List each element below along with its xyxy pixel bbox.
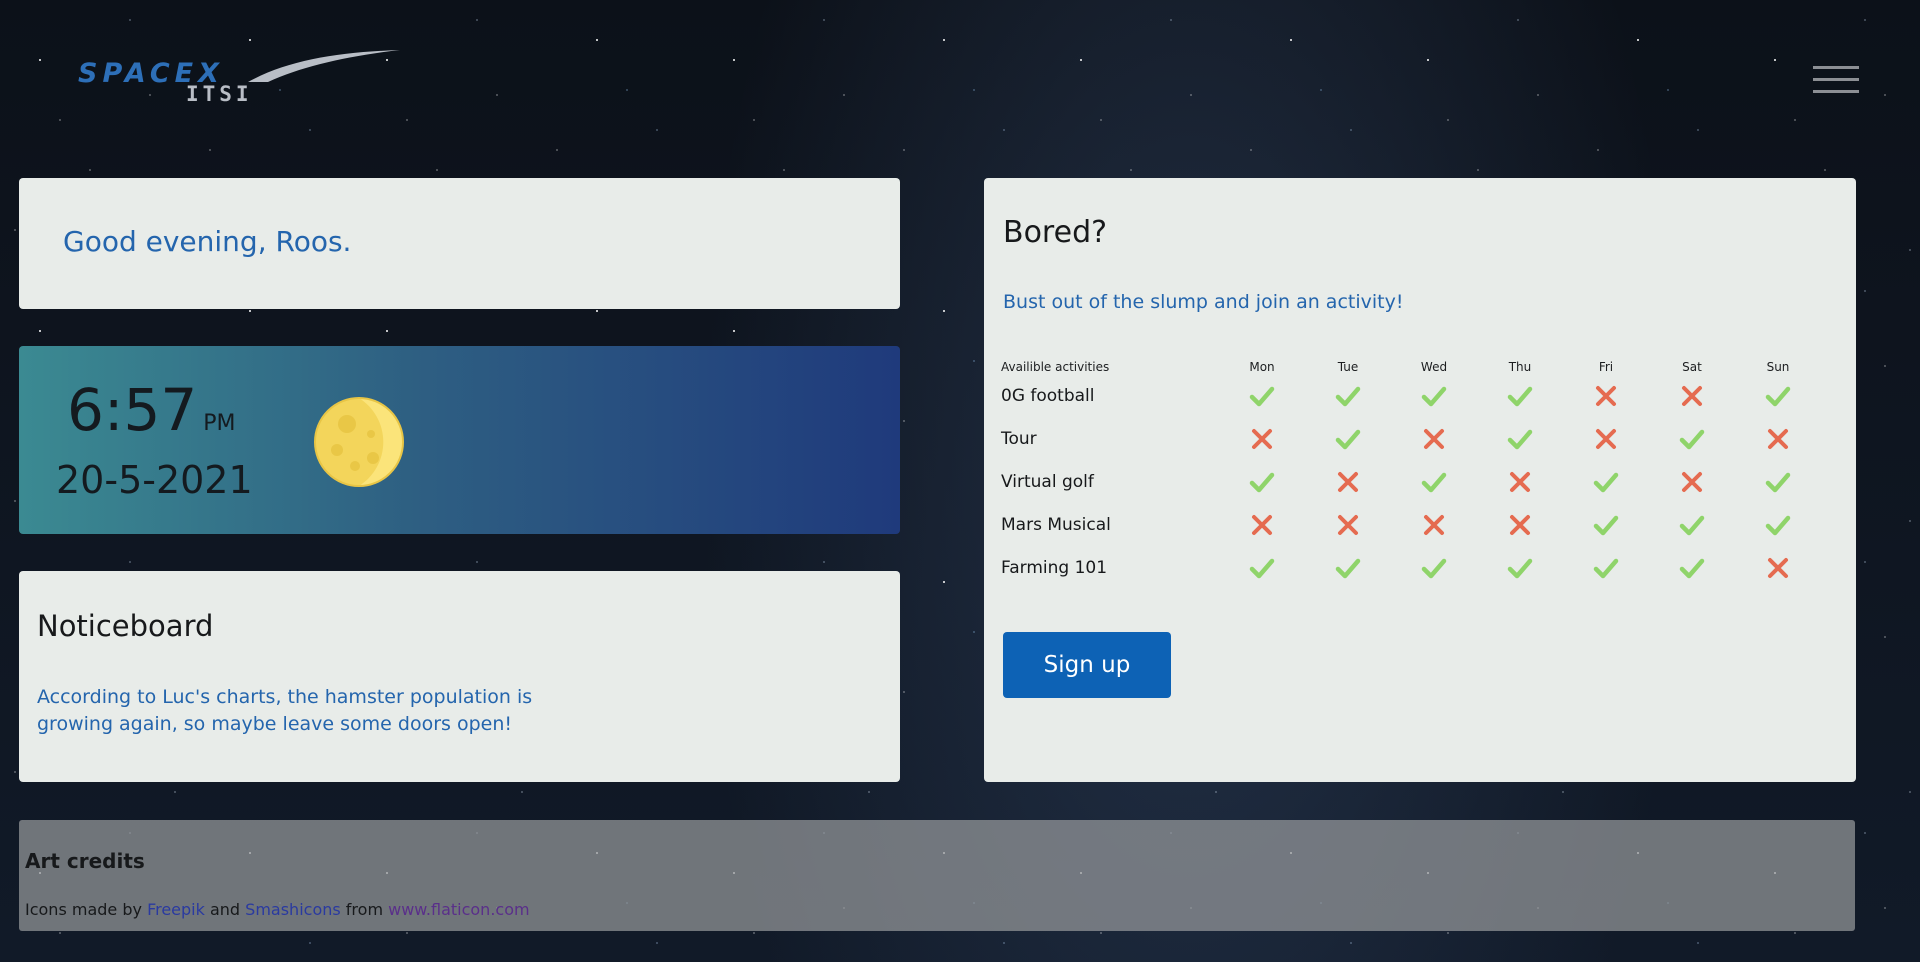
logo-swoosh-icon — [248, 50, 400, 82]
check-icon — [1477, 417, 1563, 460]
check-icon — [1477, 374, 1563, 417]
clock-card: 6:57 PM 20-5-2021 — [19, 346, 900, 534]
check-icon — [1563, 460, 1649, 503]
activity-row: Tour — [1001, 417, 1821, 460]
check-icon — [1391, 374, 1477, 417]
activity-row: Farming 101 — [1001, 546, 1821, 589]
credits-prefix: Icons made by — [25, 900, 148, 919]
check-icon — [1305, 374, 1391, 417]
check-icon — [1563, 546, 1649, 589]
hamburger-menu-icon[interactable] — [1813, 66, 1859, 96]
art-credits-footer: Art credits Icons made by Freepik and Sm… — [19, 820, 1855, 931]
check-icon — [1563, 503, 1649, 546]
check-icon — [1649, 503, 1735, 546]
time-display: 6:57 PM — [67, 376, 236, 444]
check-icon — [1735, 503, 1821, 546]
check-icon — [1649, 546, 1735, 589]
cross-icon — [1305, 460, 1391, 503]
art-credits-text: Icons made by Freepik and Smashicons fro… — [25, 900, 530, 919]
time-value: 6:57 — [67, 376, 198, 444]
credits-and: and — [204, 900, 246, 919]
day-header-tue: Tue — [1337, 360, 1359, 374]
check-icon — [1649, 417, 1735, 460]
noticeboard-card: Noticeboard According to Luc's charts, t… — [19, 571, 900, 782]
activity-name: 0G football — [1001, 385, 1095, 406]
activity-row: Virtual golf — [1001, 460, 1821, 503]
greeting-card: Good evening, Roos. — [19, 178, 900, 309]
check-icon — [1305, 546, 1391, 589]
activities-column-header: Availible activities — [1001, 360, 1110, 374]
day-header-fri: Fri — [1598, 360, 1614, 374]
cross-icon — [1735, 417, 1821, 460]
cross-icon — [1391, 503, 1477, 546]
activities-title: Bored? — [1003, 215, 1108, 250]
activity-name: Virtual golf — [1001, 471, 1094, 492]
activities-subtitle: Bust out of the slump and join an activi… — [1003, 291, 1404, 313]
cross-icon — [1649, 374, 1735, 417]
activity-row: 0G football — [1001, 374, 1821, 417]
cross-icon — [1219, 503, 1305, 546]
activities-header-row: Availible activities Mon Tue Wed Thu Fri… — [1001, 352, 1821, 374]
check-icon — [1735, 374, 1821, 417]
flaticon-link[interactable]: www.flaticon.com — [388, 900, 529, 919]
check-icon — [1735, 460, 1821, 503]
cross-icon — [1477, 503, 1563, 546]
check-icon — [1219, 546, 1305, 589]
greeting-text: Good evening, Roos. — [63, 225, 352, 258]
smashicons-link[interactable]: Smashicons — [245, 900, 341, 919]
day-header-sun: Sun — [1766, 360, 1790, 374]
credits-from: from — [340, 900, 389, 919]
noticeboard-title: Noticeboard — [37, 609, 214, 643]
check-icon — [1219, 374, 1305, 417]
art-credits-title: Art credits — [25, 849, 145, 873]
date-display: 20-5-2021 — [56, 458, 253, 502]
freepik-link[interactable]: Freepik — [147, 900, 205, 919]
cross-icon — [1735, 546, 1821, 589]
check-icon — [1305, 417, 1391, 460]
cross-icon — [1305, 503, 1391, 546]
cross-icon — [1649, 460, 1735, 503]
cross-icon — [1219, 417, 1305, 460]
check-icon — [1219, 460, 1305, 503]
moon-icon — [314, 397, 404, 487]
check-icon — [1391, 546, 1477, 589]
noticeboard-text: According to Luc's charts, the hamster p… — [37, 686, 533, 735]
activity-row: Mars Musical — [1001, 503, 1821, 546]
cross-icon — [1563, 374, 1649, 417]
day-header-thu: Thu — [1508, 360, 1532, 374]
activities-card: Bored? Bust out of the slump and join an… — [984, 178, 1856, 782]
activity-name: Farming 101 — [1001, 557, 1108, 578]
day-header-sat: Sat — [1682, 360, 1702, 374]
day-header-mon: Mon — [1249, 360, 1275, 374]
spacex-logo[interactable]: SPACEX ITSI — [78, 48, 400, 108]
activities-table: Availible activities Mon Tue Wed Thu Fri… — [1001, 352, 1821, 589]
activity-name: Mars Musical — [1001, 514, 1111, 535]
cross-icon — [1477, 460, 1563, 503]
check-icon — [1391, 460, 1477, 503]
time-ampm: PM — [203, 411, 236, 436]
sign-up-button[interactable]: Sign up — [1003, 632, 1171, 698]
cross-icon — [1391, 417, 1477, 460]
cross-icon — [1563, 417, 1649, 460]
check-icon — [1477, 546, 1563, 589]
day-header-wed: Wed — [1420, 360, 1448, 374]
activity-name: Tour — [1001, 428, 1037, 449]
